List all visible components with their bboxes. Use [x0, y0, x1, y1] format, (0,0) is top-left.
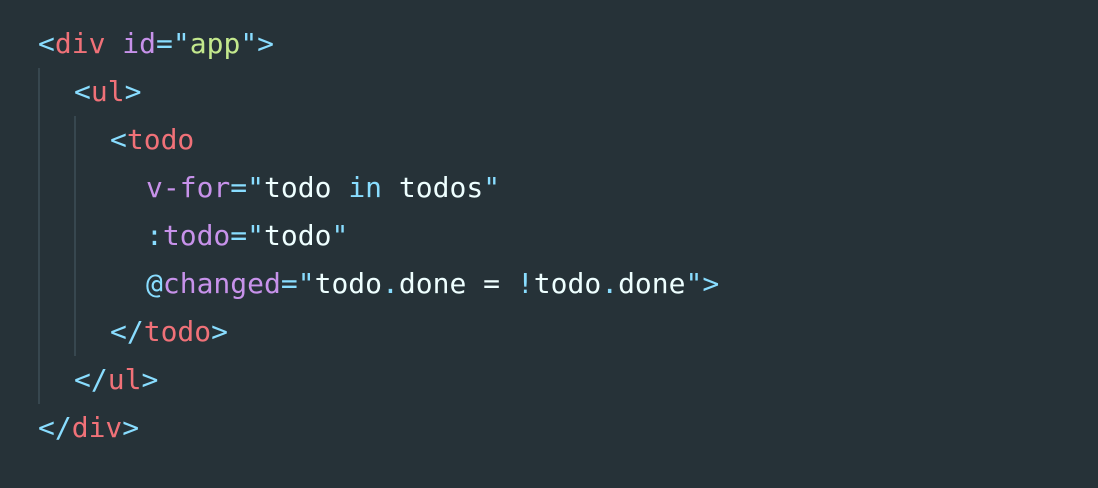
code-token: todo [143, 315, 212, 348]
code-token: </ [110, 315, 144, 348]
indent-guide [38, 260, 40, 308]
code-line-8[interactable]: </ul> [38, 356, 719, 404]
code-token: > [211, 315, 229, 348]
code-token: div [71, 411, 123, 444]
code-line-1[interactable]: <div id="app"> [38, 20, 719, 68]
code-token: ul [107, 363, 142, 396]
code-token: =" [280, 267, 315, 300]
code-line-5[interactable]: :todo="todo" [38, 212, 719, 260]
indent-guide [74, 308, 76, 356]
code-token: changed [162, 267, 281, 300]
code-token: " [331, 219, 349, 252]
code-token: =" [156, 27, 190, 60]
indent-guide [38, 164, 40, 212]
code-token: todo [264, 171, 349, 204]
code-token: . [382, 267, 399, 300]
code-token: ! [516, 267, 534, 300]
indent-guide [74, 164, 76, 212]
code-block[interactable]: <div id="app"> <ul> <todo v-for="todo in… [38, 20, 719, 452]
code-line-4[interactable]: v-for="todo in todos" [38, 164, 719, 212]
code-token: todos [382, 171, 484, 204]
indent-guide [38, 308, 40, 356]
code-line-9[interactable]: </div> [38, 404, 719, 452]
indent-guide [74, 116, 76, 164]
indent-guide [38, 356, 40, 404]
indent-guide [74, 212, 76, 260]
code-editor[interactable]: <div id="app"> <ul> <todo v-for="todo in… [0, 0, 1098, 488]
code-token: < [110, 123, 127, 156]
code-token: : [146, 219, 163, 252]
code-token: in [348, 171, 383, 204]
code-token: done = [398, 267, 517, 300]
indent-guide [74, 260, 76, 308]
code-token: todo [264, 219, 332, 252]
code-token: </ [38, 411, 72, 444]
code-token: </ [74, 363, 108, 396]
indent-guide [38, 116, 40, 164]
code-token: =" [230, 219, 265, 252]
code-token: v-for [146, 171, 231, 204]
code-token: app [189, 27, 241, 60]
code-token: " [483, 171, 501, 204]
indent-guide [38, 212, 40, 260]
code-token: div [54, 27, 106, 60]
code-token: "> [240, 27, 275, 60]
code-token: > [122, 411, 140, 444]
code-token: done [618, 267, 686, 300]
code-token: =" [230, 171, 265, 204]
code-line-7[interactable]: </todo> [38, 308, 719, 356]
code-token: todo [162, 219, 231, 252]
code-token: < [38, 27, 55, 60]
code-token: < [74, 75, 91, 108]
code-token: todo [533, 267, 602, 300]
code-line-6[interactable]: @changed="todo.done = !todo.done"> [38, 260, 719, 308]
code-token: ul [90, 75, 125, 108]
code-token: > [141, 363, 159, 396]
code-token: > [124, 75, 142, 108]
indent-guide [38, 68, 40, 116]
code-line-2[interactable]: <ul> [38, 68, 719, 116]
code-token: . [601, 267, 619, 300]
code-line-3[interactable]: <todo [38, 116, 719, 164]
code-token: todo [126, 123, 195, 156]
code-token: "> [685, 267, 720, 300]
code-token: @ [146, 267, 163, 300]
code-token: id [122, 27, 157, 60]
code-token: todo [314, 267, 383, 300]
